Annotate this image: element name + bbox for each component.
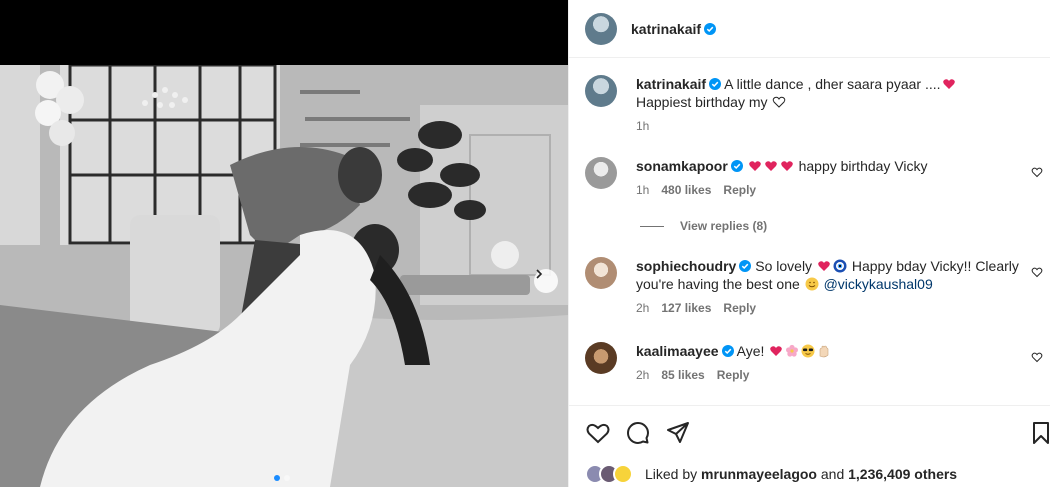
author-username[interactable]: katrinakaif	[631, 21, 701, 37]
comment-username[interactable]: sophiechoudry	[636, 258, 736, 274]
caption-body: katrinakaif A little dance , dher saara …	[636, 75, 1036, 135]
carousel-indicator	[274, 475, 290, 481]
photo-illustration	[0, 65, 568, 487]
like-comment-heart-icon[interactable]	[1031, 351, 1043, 363]
comment-item: sonamkapoor happy birthday Vicky 1h 480 …	[585, 157, 1045, 199]
caption: katrinakaif A little dance , dher saara …	[585, 75, 1045, 135]
caption-meta: 1h	[636, 117, 1036, 135]
like-comment-heart-icon[interactable]	[1031, 166, 1043, 178]
post-header: katrinakaif	[569, 0, 1050, 58]
comment-avatar[interactable]	[585, 157, 617, 189]
post-media	[0, 0, 568, 487]
reply-button[interactable]: Reply	[723, 181, 756, 199]
comment-text-b: Happy bday Vicky!! Clearly	[851, 258, 1019, 274]
caption-time[interactable]: 1h	[636, 117, 649, 135]
heart-emoji-icon	[942, 79, 955, 89]
liked-by-middle: and	[820, 466, 845, 482]
reply-button[interactable]: Reply	[723, 299, 756, 317]
comment-likes[interactable]: 85 likes	[661, 366, 704, 384]
verified-icon	[721, 345, 734, 357]
comment-likes[interactable]: 480 likes	[661, 181, 711, 199]
share-icon[interactable]	[665, 420, 691, 446]
comment-text-a: So lovely	[755, 258, 813, 274]
post-actions: Liked by mrunmayeelagoo and 1,236,409 ot…	[569, 405, 1050, 487]
heart-emoji-icon	[780, 161, 793, 171]
comment-item: sophiechoudry So lovely Happy bday Vicky…	[585, 257, 1045, 317]
comment-time[interactable]: 2h	[636, 299, 649, 317]
reply-button[interactable]: Reply	[717, 366, 750, 384]
comment-meta: 1h 480 likes Reply	[636, 181, 1036, 199]
comment-time[interactable]: 2h	[636, 366, 649, 384]
comment-avatar[interactable]	[585, 342, 617, 374]
nazar-amulet-emoji-icon	[833, 259, 847, 273]
carousel-next-button[interactable]	[534, 269, 558, 293]
verified-icon	[709, 78, 722, 90]
white-heart-emoji-icon	[773, 96, 786, 108]
caption-avatar[interactable]	[585, 75, 617, 107]
verified-icon	[739, 260, 752, 272]
author-avatar[interactable]	[585, 12, 617, 45]
liked-by-prefix: Liked by	[645, 466, 698, 482]
view-replies-button[interactable]: View replies (8)	[640, 219, 767, 233]
like-heart-icon[interactable]	[585, 420, 611, 446]
comment-likes[interactable]: 127 likes	[661, 299, 711, 317]
heart-emoji-icon	[770, 346, 783, 356]
comment-meta: 2h 85 likes Reply	[636, 366, 1036, 384]
like-comment-heart-icon[interactable]	[1031, 266, 1043, 278]
chevron-right-icon	[536, 269, 543, 279]
verified-icon	[704, 22, 717, 35]
liked-by-user[interactable]: mrunmayeelagoo	[701, 466, 817, 482]
comment-item: kaalimaayee Aye! 2h 85 likes Reply	[585, 342, 1045, 384]
comment-icon[interactable]	[625, 420, 651, 446]
post-sidebar: katrinakaif katrinakaif A little dance ,…	[568, 0, 1050, 487]
heart-emoji-icon	[748, 161, 761, 171]
view-replies-label: View replies (8)	[680, 219, 768, 233]
carousel-dot	[284, 475, 290, 481]
verified-icon	[730, 160, 743, 172]
replies-line	[640, 225, 664, 227]
caption-text-line1: A little dance , dher saara pyaar ....	[724, 76, 941, 92]
bookmark-icon[interactable]	[1031, 420, 1050, 446]
caption-username[interactable]: katrinakaif	[636, 76, 706, 92]
comment-username[interactable]: kaalimaayee	[636, 343, 719, 359]
comment-body: sophiechoudry So lovely Happy bday Vicky…	[636, 257, 1036, 317]
comment-username[interactable]: sonamkapoor	[636, 158, 728, 174]
liker-avatar	[613, 464, 633, 484]
comment-body: sonamkapoor happy birthday Vicky 1h 480 …	[636, 157, 1036, 199]
post-photo	[0, 65, 568, 487]
comment-time[interactable]: 1h	[636, 181, 649, 199]
smiling-face-emoji-icon	[805, 277, 819, 291]
comment-meta: 2h 127 likes Reply	[636, 299, 1036, 317]
comment-mention[interactable]: @vickykaushal09	[824, 276, 933, 292]
comment-text: happy birthday Vicky	[798, 158, 928, 174]
comment-text-c: you're having the best one	[636, 276, 800, 292]
likes-count[interactable]: 1,236,409 others	[848, 466, 957, 482]
comment-body: kaalimaayee Aye! 2h 85 likes Reply	[636, 342, 1036, 384]
likes-summary: Liked by mrunmayeelagoo and 1,236,409 ot…	[585, 464, 957, 484]
blossom-emoji-icon	[786, 344, 799, 357]
heart-emoji-icon	[818, 261, 830, 271]
comment-text: Aye!	[736, 343, 765, 359]
heart-emoji-icon	[764, 161, 777, 171]
carousel-dot-active	[274, 475, 280, 481]
clapping-hands-emoji-icon	[820, 345, 829, 358]
comment-avatar[interactable]	[585, 257, 617, 289]
sunglasses-face-emoji-icon	[801, 344, 815, 358]
caption-text-line2: Happiest birthday my	[636, 94, 768, 110]
liker-avatars	[585, 464, 641, 484]
comments-list: katrinakaif A little dance , dher saara …	[569, 58, 1050, 405]
